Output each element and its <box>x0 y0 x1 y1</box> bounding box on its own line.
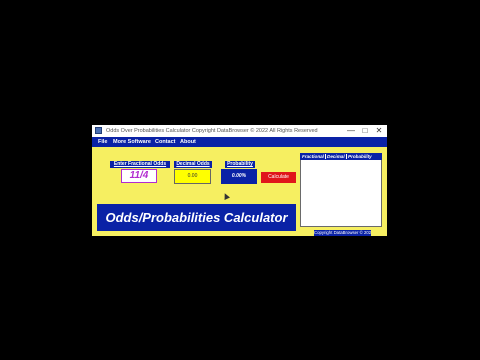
menu-file[interactable]: File <box>98 137 107 147</box>
app-window: Odds Over Probabilities Calculator Copyr… <box>92 125 387 236</box>
column-probability[interactable]: Probability <box>348 153 372 160</box>
close-icon[interactable]: ✕ <box>372 125 386 137</box>
calculate-button[interactable]: Calculate <box>261 172 296 183</box>
decimal-odds-output: 0.00 <box>174 169 211 184</box>
column-fractional[interactable]: Fractional <box>302 153 324 160</box>
mouse-cursor-icon <box>222 192 230 200</box>
window-title: Odds Over Probabilities Calculator Copyr… <box>106 128 318 134</box>
menu-more-software[interactable]: More Software <box>113 137 151 147</box>
app-banner: Odds/Probabilities Calculator <box>97 204 296 231</box>
minimize-icon[interactable]: — <box>344 125 358 137</box>
menu-about[interactable]: About <box>180 137 196 147</box>
app-icon <box>95 127 102 134</box>
column-divider <box>325 154 326 159</box>
menu-contact[interactable]: Contact <box>155 137 175 147</box>
results-header: Fractional Decimal Probability <box>300 153 382 160</box>
results-list[interactable] <box>300 153 382 227</box>
maximize-icon[interactable]: □ <box>358 125 372 137</box>
decimal-odds-label: Decimal Odds <box>174 161 212 168</box>
menu-bar: File More Software Contact About <box>92 137 387 147</box>
fractional-odds-label: Enter Fractional Odds <box>110 161 170 168</box>
fractional-odds-input[interactable]: 11/4 <box>121 169 157 183</box>
probability-output: 0.00% <box>221 169 257 184</box>
probability-label: Probability <box>225 161 255 168</box>
title-bar[interactable]: Odds Over Probabilities Calculator Copyr… <box>92 125 387 137</box>
copyright-label: Copyright DataBrowser © 2022 <box>314 230 371 236</box>
column-decimal[interactable]: Decimal <box>327 153 345 160</box>
main-content: Enter Fractional Odds Decimal Odds Proba… <box>92 147 387 236</box>
column-divider <box>346 154 347 159</box>
